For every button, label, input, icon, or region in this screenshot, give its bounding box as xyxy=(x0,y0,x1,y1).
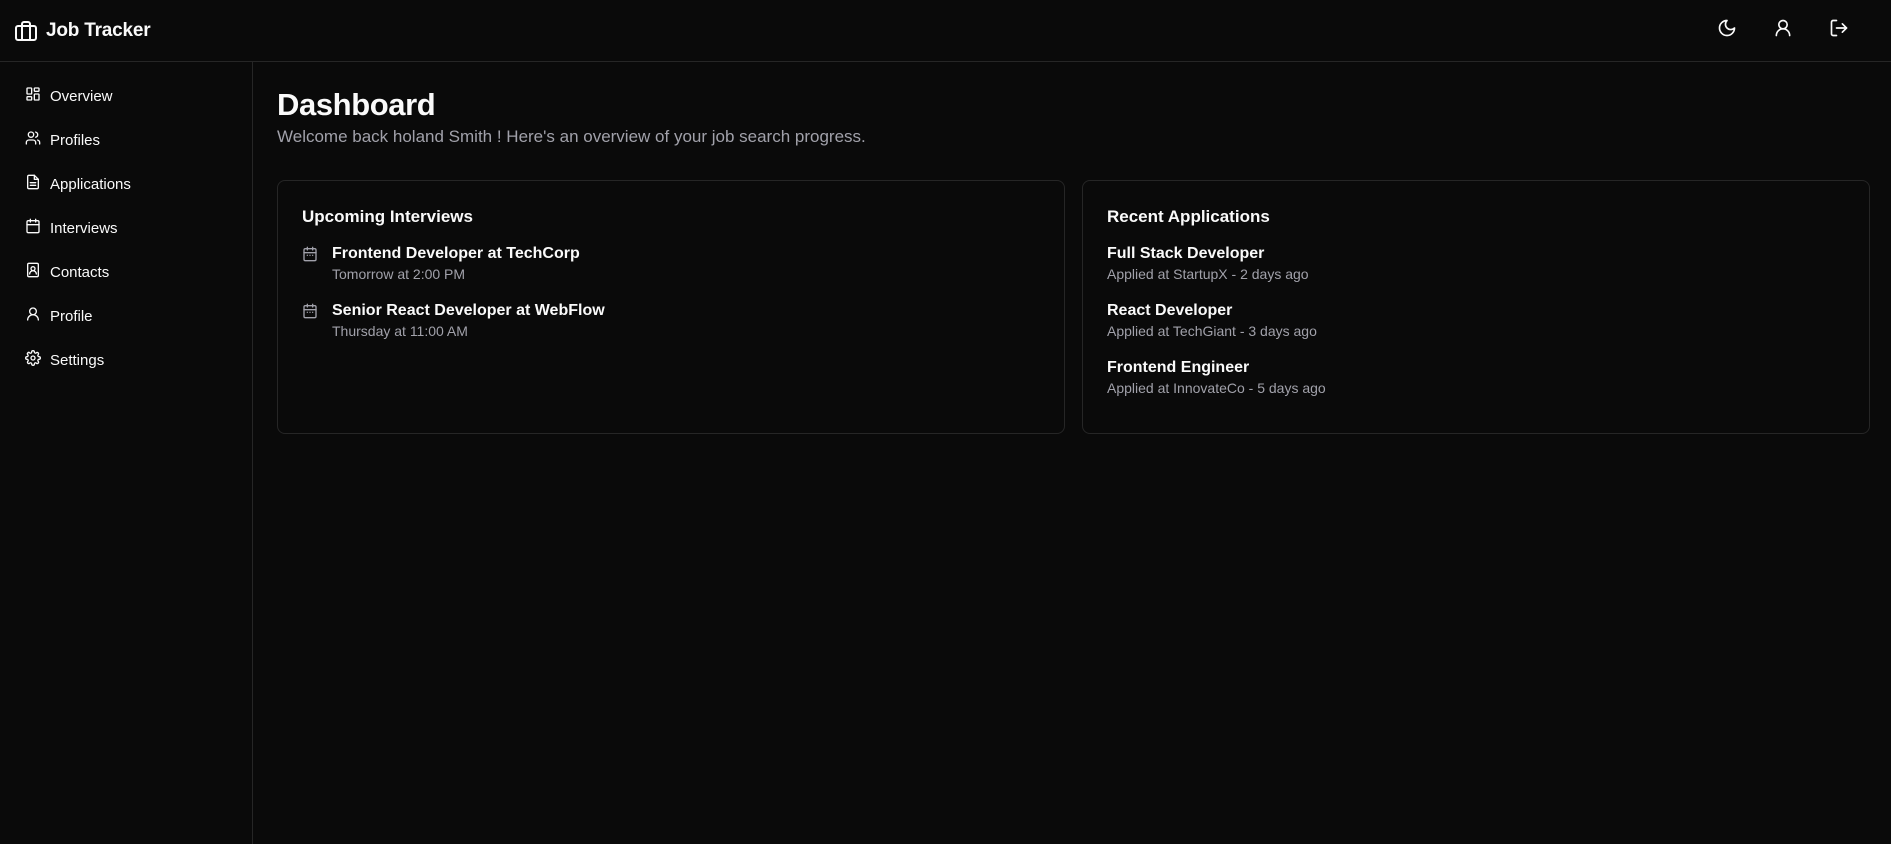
application-detail: Applied at StartupX - 2 days ago xyxy=(1107,266,1309,282)
dashboard-cards: Upcoming Interviews Frontend Developer a… xyxy=(277,180,1871,434)
sidebar-item-profiles[interactable]: Profiles xyxy=(0,118,252,162)
calendar-icon xyxy=(302,303,318,319)
theme-toggle-button[interactable] xyxy=(1699,11,1755,51)
page-subtitle: Welcome back holand Smith ! Here's an ov… xyxy=(277,127,866,146)
top-bar: Job Tracker xyxy=(0,0,1891,62)
calendar-icon xyxy=(25,218,41,238)
sidebar-item-label: Contacts xyxy=(50,263,110,281)
brand[interactable]: Job Tracker xyxy=(14,19,151,43)
file-icon xyxy=(25,174,41,194)
users-icon xyxy=(25,130,41,150)
list-item[interactable]: Frontend Engineer Applied at InnovateCo … xyxy=(1107,357,1845,396)
logout-icon xyxy=(1829,18,1849,43)
sidebar-item-label: Settings xyxy=(50,351,105,369)
application-title: Frontend Engineer xyxy=(1107,359,1250,376)
card-title: Recent Applications xyxy=(1107,207,1270,226)
application-title: React Developer xyxy=(1107,302,1233,319)
list-item[interactable]: Full Stack Developer Applied at StartupX… xyxy=(1107,243,1845,282)
interview-details: Senior React Developer at WebFlow Thursd… xyxy=(332,300,605,339)
application-detail: Applied at TechGiant - 3 days ago xyxy=(1107,323,1317,339)
interview-time: Tomorrow at 2:00 PM xyxy=(332,266,466,282)
interview-title: Senior React Developer at WebFlow xyxy=(332,302,605,319)
interview-time: Thursday at 11:00 AM xyxy=(332,323,468,339)
app-title: Job Tracker xyxy=(46,19,151,41)
moon-icon xyxy=(1717,18,1737,43)
list-item[interactable]: React Developer Applied at TechGiant - 3… xyxy=(1107,300,1845,339)
interview-title: Frontend Developer at TechCorp xyxy=(332,245,580,262)
grid-icon xyxy=(25,86,41,106)
logout-button[interactable] xyxy=(1811,11,1867,51)
sidebar-item-overview[interactable]: Overview xyxy=(0,74,252,118)
sidebar-item-contacts[interactable]: Contacts xyxy=(0,250,252,294)
contact-book-icon xyxy=(25,262,41,282)
interview-details: Frontend Developer at TechCorp Tomorrow … xyxy=(332,243,580,282)
upcoming-interviews-card: Upcoming Interviews Frontend Developer a… xyxy=(277,180,1065,434)
list-item[interactable]: Senior React Developer at WebFlow Thursd… xyxy=(302,300,1040,339)
briefcase-icon xyxy=(14,19,38,43)
sidebar-item-label: Overview xyxy=(50,87,113,105)
sidebar-item-settings[interactable]: Settings xyxy=(0,338,252,382)
sidebar-item-label: Interviews xyxy=(50,219,118,237)
sidebar-item-label: Profiles xyxy=(50,131,101,149)
list-item[interactable]: Frontend Developer at TechCorp Tomorrow … xyxy=(302,243,1040,282)
sidebar: Overview Profiles Applications Interview… xyxy=(0,62,253,844)
user-profile-button[interactable] xyxy=(1755,11,1811,51)
user-icon xyxy=(25,306,41,326)
main-content: Dashboard Welcome back holand Smith ! He… xyxy=(277,62,1871,434)
sidebar-item-label: Applications xyxy=(50,175,131,193)
card-title: Upcoming Interviews xyxy=(302,207,473,226)
gear-icon xyxy=(25,350,41,370)
recent-applications-card: Recent Applications Full Stack Developer… xyxy=(1082,180,1870,434)
application-title: Full Stack Developer xyxy=(1107,245,1265,262)
application-detail: Applied at InnovateCo - 5 days ago xyxy=(1107,380,1326,396)
sidebar-item-label: Profile xyxy=(50,307,93,325)
sidebar-item-profile[interactable]: Profile xyxy=(0,294,252,338)
calendar-icon xyxy=(302,246,318,262)
sidebar-item-applications[interactable]: Applications xyxy=(0,162,252,206)
sidebar-item-interviews[interactable]: Interviews xyxy=(0,206,252,250)
page-title: Dashboard xyxy=(277,87,436,122)
user-icon xyxy=(1773,18,1793,43)
header-actions xyxy=(1699,11,1867,51)
